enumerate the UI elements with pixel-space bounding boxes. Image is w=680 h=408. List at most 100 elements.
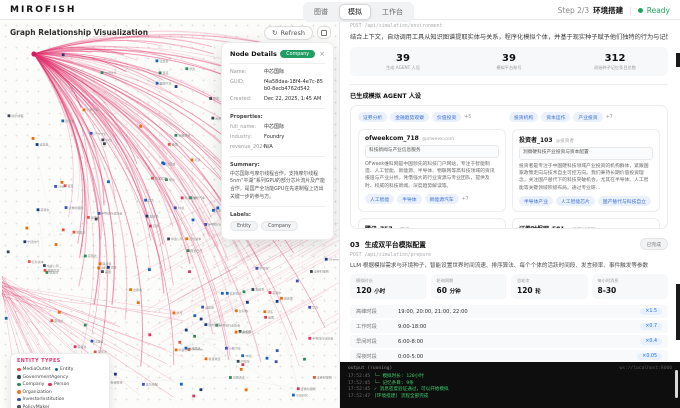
agent-tag[interactable]: 人工智能 — [365, 194, 394, 204]
svg-text:英特尔: 英特尔 — [272, 290, 281, 295]
svg-text:摩尔线程: 摩尔线程 — [208, 322, 220, 327]
node-type-badge[interactable]: Company — [280, 50, 315, 58]
workflow-scroll-area[interactable]: POST /api/simulation/environment 结合上下文，自… — [340, 20, 680, 379]
svg-text:新浪财经: 新浪财经 — [208, 356, 220, 361]
detail-row: Industry:Foundry — [230, 134, 325, 141]
scrollbar-thumb[interactable] — [676, 284, 680, 340]
config-stat: 每小时消息8-30 — [592, 274, 669, 299]
terminal-scrollbar[interactable] — [675, 370, 678, 398]
expand-button[interactable] — [317, 26, 331, 39]
agent-card-header: 证券时报网_581@证券时报网 — [519, 224, 653, 229]
env-stats: 39生成 AGENT 人设39模拟平台账号312初始种子记忆条目总数 — [350, 47, 668, 76]
agent-tag[interactable]: 证券分析 — [358, 112, 387, 122]
log-timestamp: 17:52:45 — [348, 387, 370, 392]
agent-tagline: 洞察硬科技产业投资与资本配置 — [519, 147, 653, 160]
agent-card[interactable]: 证券时报网_581@证券时报网权威新闻与行业研究媒体机构证券时报网（stcn.c… — [512, 218, 660, 229]
more-tags[interactable]: +7 — [606, 115, 613, 120]
svg-text:理想汽车: 理想汽车 — [47, 268, 59, 273]
agent-tag-group: 证券分析金融趋势观察价值投资+5 — [358, 112, 509, 122]
agent-tag[interactable]: 半导体产业 — [519, 196, 553, 206]
agent-card-header: 投资者_103@投资者 — [519, 135, 653, 144]
multiplier-badge: ×0.4 — [640, 338, 662, 345]
config-value: 120 轮 — [517, 286, 582, 295]
agent-tag[interactable]: 投资机构 — [509, 112, 538, 122]
legend-item: InvestorInstitution — [17, 397, 64, 402]
more-tags[interactable]: +5 — [464, 115, 471, 120]
svg-text:宁德时代: 宁德时代 — [27, 239, 39, 244]
svg-text:高通: 高通 — [194, 157, 200, 162]
tab-模拟[interactable]: 模拟 — [339, 4, 371, 20]
detail-row: revenue_2024:N/A — [230, 144, 325, 151]
legend-items: MediaOutletEntityGovernmentAgencyCompany… — [17, 367, 103, 408]
svg-text:中金公司: 中金公司 — [179, 347, 191, 352]
agent-tag[interactable]: 产业投资 — [573, 112, 602, 122]
prepare-endpoint: POST /api/simulation/prepare — [350, 253, 668, 258]
refresh-button[interactable]: ↻ Refresh — [264, 26, 313, 40]
agent-tag[interactable]: 新能源汽车 — [425, 194, 459, 204]
legend-title: ENTITY TYPES — [17, 359, 103, 364]
svg-text:小鹏汽车: 小鹏汽车 — [86, 107, 98, 112]
agent-tag[interactable]: 金融趋势观察 — [390, 112, 429, 122]
tab-group: 图谱模拟工作台 — [303, 2, 414, 22]
svg-text:证券时报网: 证券时报网 — [301, 386, 316, 391]
agent-card-tags: 半导体产业人工智能芯片国产替代与科技自立+4 — [519, 196, 653, 206]
close-icon[interactable]: × — [319, 51, 325, 58]
svg-text:比亚迪: 比亚迪 — [166, 161, 175, 166]
log-message: └─ 模拟时长: 120小时 — [374, 374, 424, 379]
schedule-row: 早间时段6:00-8:00×0.4 — [350, 335, 668, 348]
legend-item: Person — [48, 382, 69, 387]
step-separator: | — [629, 6, 632, 15]
stat-label: 生成 AGENT 人设 — [350, 65, 456, 71]
agent-tag-groups: 证券分析金融趋势观察价值投资+5投资机构资本运作产业投资+7 — [358, 112, 660, 122]
legend-label: Organization — [23, 390, 52, 395]
schedule-value: 6:00-8:00 — [398, 339, 640, 345]
svg-text:证监会: 证监会 — [159, 58, 168, 63]
legend-label: Company — [23, 382, 45, 387]
detail-row: full_name:中芯国际 — [230, 124, 325, 131]
svg-text:阿里巴巴: 阿里巴巴 — [155, 175, 167, 180]
svg-text:宁德时代: 宁德时代 — [238, 329, 250, 334]
agent-tag[interactable]: 半导体 — [397, 194, 421, 204]
agent-tag[interactable]: 人工智能芯片 — [556, 196, 595, 206]
agent-tag[interactable]: 国产替代与科技自立 — [598, 196, 651, 206]
agent-tag[interactable]: 价值投资 — [432, 112, 461, 122]
stat-value: 39 — [350, 53, 456, 64]
stat-box: 39模拟平台账号 — [456, 53, 562, 71]
svg-text:高通: 高通 — [153, 223, 159, 228]
agent-name: 投资者_103 — [519, 135, 553, 144]
more-tags[interactable]: +7 — [462, 197, 469, 202]
node-meta-rows: Name:中芯国际GUID:f4a58daa-18f4-4e7c-85b0-8e… — [230, 69, 325, 103]
terminal-line: 17:52:47[环境搭建] 流程全部完成 — [348, 394, 672, 401]
agent-card[interactable]: ofweekcom_718@ofweek.com科技新闻与产业信息服务OFwee… — [358, 129, 506, 212]
detail-label: Created: — [230, 96, 264, 103]
tab-图谱[interactable]: 图谱 — [305, 4, 337, 20]
svg-text:新浪财经: 新浪财经 — [111, 380, 123, 385]
detail-value: 中芯国际 — [264, 124, 284, 131]
graph-panel: 摩尔线程华为阿里巴巴百度比亚迪宁德时代京东美团理想汽车小鹏汽车发改委证监会红杉资… — [0, 20, 340, 408]
scrollbar-thumb[interactable] — [676, 53, 680, 67]
agent-card[interactable]: 腾讯_757@腾讯互联网科技公司，探索社交平台、数字内容、金融科技、云计算与人工… — [358, 218, 506, 229]
tab-工作台[interactable]: 工作台 — [373, 4, 412, 20]
node-summary: 中芯国际与摩尔线程合作，支持摩尔线程5nm“平湖”系列GPU的部分芯片流片及产能… — [230, 171, 325, 201]
workflow-panel: POST /api/simulation/environment 结合上下文，自… — [340, 20, 680, 408]
svg-text:英特尔: 英特尔 — [40, 207, 49, 212]
svg-text:证券时报网: 证券时报网 — [68, 205, 83, 210]
label-pill[interactable]: Company — [261, 221, 298, 231]
svg-text:红杉资本: 红杉资本 — [230, 290, 242, 295]
svg-text:华为: 华为 — [176, 310, 182, 315]
svg-text:发改委: 发改委 — [149, 213, 158, 218]
svg-text:小鹏汽车: 小鹏汽车 — [229, 345, 241, 350]
schedule-label: 工作时段 — [356, 323, 398, 330]
agent-tag[interactable]: 资本运作 — [541, 112, 570, 122]
label-pill[interactable]: Entity — [230, 221, 258, 231]
detail-value: 中芯国际 — [264, 69, 284, 76]
svg-text:OFweek: OFweek — [94, 131, 106, 135]
section3-title: 生成双平台模拟配置 — [365, 239, 426, 249]
svg-text:高瓴资本: 高瓴资本 — [233, 375, 245, 380]
agent-card-grid: ofweekcom_718@ofweek.com科技新闻与产业信息服务OFwee… — [358, 129, 660, 229]
section3-number: 03 — [350, 241, 360, 249]
multiplier-badge: ×0.7 — [640, 323, 662, 330]
svg-text:中科院: 中科院 — [241, 359, 250, 364]
divider — [350, 84, 668, 85]
agent-card[interactable]: 投资者_103@投资者洞察硬科技产业投资与资本配置投资者是专注于中国硬科技领域产… — [512, 129, 660, 212]
